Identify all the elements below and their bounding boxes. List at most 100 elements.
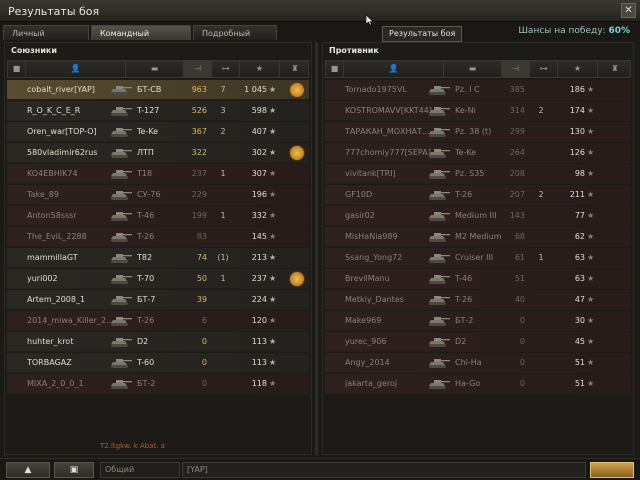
tank-name: T-26 bbox=[455, 295, 473, 304]
table-row[interactable]: BrevilManu T-46 51 63 ★ bbox=[325, 269, 631, 289]
table-row[interactable]: GF10D T-26 207 2 211 ★ bbox=[325, 185, 631, 205]
medal-icon[interactable] bbox=[289, 271, 305, 287]
table-row[interactable]: Anton58sssr T-46 199 1 332 ★ bbox=[7, 206, 309, 226]
table-row[interactable]: R_O_K_C_E_R T-127 526 3 598 ★ bbox=[7, 101, 309, 121]
medal-icon[interactable] bbox=[289, 82, 305, 98]
chat-button[interactable]: ▣ bbox=[54, 462, 94, 478]
squad-icon[interactable]: ■ bbox=[326, 61, 344, 77]
tank-name: Ke-Ni bbox=[455, 106, 476, 115]
tank-icon bbox=[111, 149, 132, 158]
chat-input[interactable]: [YAP] bbox=[182, 462, 586, 478]
damage-value: 39 bbox=[196, 295, 207, 304]
table-row[interactable]: huhter_krot D2 0 113 ★ bbox=[7, 332, 309, 352]
table-row[interactable]: ТАРАКАН_МОХНАТ... Pz. 38 (t) 299 130 ★ bbox=[325, 122, 631, 142]
star-icon[interactable]: ★ bbox=[558, 61, 598, 77]
table-row[interactable]: 2014_miwa_Killer_2... T-26 6 120 ★ bbox=[7, 311, 309, 331]
star-icon[interactable]: ★ bbox=[240, 61, 280, 77]
table-row[interactable]: vivitank[TRI] Pz. S35 208 98 ★ bbox=[325, 164, 631, 184]
win-chance-value: 60% bbox=[608, 26, 630, 36]
damage-value: 0 bbox=[519, 379, 525, 388]
xp-value: 174 bbox=[569, 106, 585, 115]
damage-value: 314 bbox=[509, 106, 525, 115]
enemies-header: ■ 👤 ▬ ⊣ ⊶ ★ ♜ bbox=[325, 60, 631, 78]
table-row[interactable]: mammillaGT T82 74 (1) 213 ★ bbox=[7, 248, 309, 268]
tank-kill-icon[interactable]: ⊶ bbox=[212, 61, 240, 77]
table-row[interactable]: 580vladimir62rus ЛТП 322 302 ★ bbox=[7, 143, 309, 163]
player-icon[interactable]: 👤 bbox=[344, 61, 444, 77]
xp-value: 126 bbox=[569, 148, 585, 157]
table-row[interactable]: 777chomiy777[SEPA] Te-Ke 264 126 ★ bbox=[325, 143, 631, 163]
xp-value: 598 bbox=[251, 106, 267, 115]
tank-icon bbox=[429, 338, 450, 347]
tank-icon bbox=[429, 191, 450, 200]
tab-team-result[interactable]: Командный результат bbox=[91, 25, 191, 53]
damage-value: 299 bbox=[509, 127, 525, 136]
table-row[interactable]: KO4EBHIK74 T18 237 1 307 ★ bbox=[7, 164, 309, 184]
tab-detailed-report[interactable]: Подробный отчёт bbox=[193, 25, 277, 53]
xp-value: 1 045 bbox=[244, 85, 267, 94]
tank-name: T82 bbox=[137, 253, 153, 262]
gun-damage-icon[interactable]: ⊣ bbox=[184, 61, 212, 77]
table-row[interactable]: Ssang_Yong72 Cruiser III 61 1 63 ★ bbox=[325, 248, 631, 268]
table-row[interactable]: MisHaNia989 M2 Medium 68 62 ★ bbox=[325, 227, 631, 247]
table-row[interactable]: Make969 БТ-2 0 30 ★ bbox=[325, 311, 631, 331]
medal-icon[interactable] bbox=[289, 145, 305, 161]
tank-icon bbox=[111, 254, 132, 263]
table-row[interactable]: MIXA_2_0_0_1 БТ-2 0 118 ★ bbox=[7, 374, 309, 394]
tank-icon bbox=[111, 359, 132, 368]
squad-icon[interactable]: ■ bbox=[8, 61, 26, 77]
table-row[interactable]: Artem_2008_1 БТ-7 39 224 ★ bbox=[7, 290, 309, 310]
damage-value: 83 bbox=[196, 232, 207, 241]
tank-icon bbox=[111, 275, 132, 284]
star-icon: ★ bbox=[269, 274, 277, 283]
table-row[interactable]: Oren_war[TOP-O] Te-Ke 367 2 407 ★ bbox=[7, 122, 309, 142]
table-row[interactable]: KOSTROMAVV[KKT44] Ke-Ni 314 2 174 ★ bbox=[325, 101, 631, 121]
xp-value: 30 bbox=[574, 316, 585, 325]
tank-icon bbox=[429, 149, 450, 158]
star-icon: ★ bbox=[587, 232, 595, 241]
star-icon: ★ bbox=[587, 379, 595, 388]
xp-value: 224 bbox=[251, 295, 267, 304]
player-icon[interactable]: 👤 bbox=[26, 61, 126, 77]
title-bar[interactable]: Результаты боя ✕ bbox=[0, 0, 640, 22]
table-row[interactable]: TORBAGAZ T-60 0 113 ★ bbox=[7, 353, 309, 373]
tank-icon[interactable]: ▬ bbox=[126, 61, 184, 77]
table-row[interactable]: Angy_2014 Chi-Ha 0 51 ★ bbox=[325, 353, 631, 373]
tank-icon bbox=[429, 233, 450, 242]
xp-value: 63 bbox=[574, 253, 585, 262]
table-row[interactable]: The_EviL_2288 T-26 83 145 ★ bbox=[7, 227, 309, 247]
table-row[interactable]: jakarta_geroj Ha-Go 0 51 ★ bbox=[325, 374, 631, 394]
table-row[interactable]: cobalt_river[YAP] БТ-СВ 963 7 1 045 ★ bbox=[7, 80, 309, 100]
allies-title: Союзники bbox=[11, 46, 57, 55]
close-icon[interactable]: ✕ bbox=[621, 3, 636, 18]
contacts-button[interactable]: ▲ bbox=[6, 462, 50, 478]
star-icon: ★ bbox=[269, 106, 277, 115]
damage-value: 61 bbox=[514, 253, 525, 262]
damage-value: 0 bbox=[201, 337, 207, 346]
tank-name: Chi-Ha bbox=[455, 358, 482, 367]
tank-name: T-26 bbox=[137, 232, 155, 241]
table-row[interactable]: Tornado1975VL Pz. I C 385 186 ★ bbox=[325, 80, 631, 100]
table-row[interactable]: Take_89 СУ-76 229 196 ★ bbox=[7, 185, 309, 205]
tank-kill-icon[interactable]: ⊶ bbox=[530, 61, 558, 77]
table-row[interactable]: yurec_906 D2 0 45 ★ bbox=[325, 332, 631, 352]
tank-icon bbox=[111, 107, 132, 116]
tank-name: Pz. 38 (t) bbox=[455, 127, 492, 136]
xp-value: 98 bbox=[574, 169, 585, 178]
table-row[interactable]: Metkiy_Dantes T-26 40 47 ★ bbox=[325, 290, 631, 310]
table-row[interactable]: yuri002 T-70 50 1 237 ★ bbox=[7, 269, 309, 289]
gun-damage-icon[interactable]: ⊣ bbox=[502, 61, 530, 77]
tab-personal-result[interactable]: Личный результат bbox=[3, 25, 89, 53]
footer-bar: ▲ ▣ Общий [YAP] bbox=[0, 458, 640, 480]
star-icon: ★ bbox=[587, 295, 595, 304]
table-row[interactable]: gasir02 Medium III 143 77 ★ bbox=[325, 206, 631, 226]
star-icon: ★ bbox=[269, 85, 277, 94]
tank-icon bbox=[111, 233, 132, 242]
damage-value: 74 bbox=[196, 253, 207, 262]
medal-icon[interactable]: ♜ bbox=[598, 61, 632, 77]
medal-icon[interactable]: ♜ bbox=[280, 61, 310, 77]
damage-value: 526 bbox=[191, 106, 207, 115]
tank-icon[interactable]: ▬ bbox=[444, 61, 502, 77]
send-button[interactable] bbox=[590, 462, 634, 478]
chat-channel-select[interactable]: Общий bbox=[100, 462, 180, 478]
